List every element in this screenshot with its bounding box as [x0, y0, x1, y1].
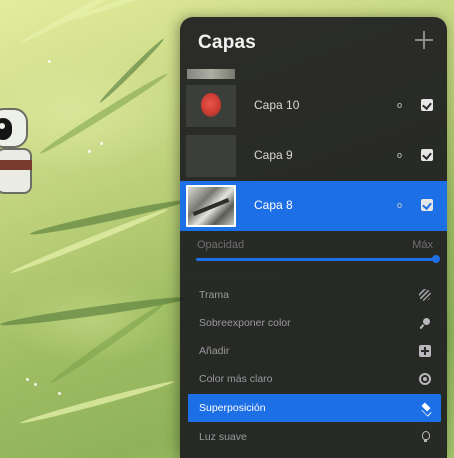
- sun-icon: [419, 373, 431, 385]
- layer-thumbnail: [186, 85, 236, 127]
- pin-icon: [419, 317, 431, 329]
- blend-mode-label: Color más claro: [199, 373, 273, 385]
- opacity-slider-fill: [196, 258, 436, 261]
- visibility-checkbox[interactable]: [421, 199, 433, 211]
- layer-row-capa-9[interactable]: Capa 9 o: [180, 131, 447, 181]
- grass-stroke: [38, 71, 170, 157]
- bulb-icon: [419, 431, 431, 443]
- flower-dot: [34, 383, 37, 386]
- layer-name: Capa 10: [254, 98, 300, 112]
- blend-mode-item-color-mas-claro[interactable]: Color más claro: [180, 365, 447, 393]
- layer-row-capa-8[interactable]: Capa 8 o: [180, 181, 447, 231]
- blend-mode-button[interactable]: o: [397, 201, 405, 210]
- blend-mode-label: Trama: [199, 289, 229, 301]
- add-layer-button[interactable]: [413, 29, 435, 51]
- layer-row-capa-10[interactable]: Capa 10 o: [180, 81, 447, 131]
- blend-mode-label: Sobreexponer color: [199, 317, 291, 329]
- plus-square-icon: [419, 345, 431, 357]
- opacity-max-label: Máx: [412, 239, 433, 251]
- blend-mode-item-trama[interactable]: Trama: [180, 281, 447, 309]
- flower-dot: [26, 378, 29, 381]
- opacity-slider[interactable]: [196, 255, 440, 263]
- layer-name: Capa 9: [254, 148, 293, 162]
- layers-panel: Capas Capa 10 o Capa 9 o Capa 8 o Opacid…: [180, 17, 447, 458]
- flower-dot: [100, 142, 103, 145]
- blend-mode-item-sobreexponer-color[interactable]: Sobreexponer color: [180, 309, 447, 337]
- grass-stroke: [0, 293, 189, 329]
- visibility-checkbox[interactable]: [421, 99, 433, 111]
- layers-icon: [421, 402, 433, 414]
- blend-mode-item-luz-suave[interactable]: Luz suave: [180, 423, 447, 451]
- opacity-slider-knob[interactable]: [432, 255, 440, 263]
- layers-panel-header: Capas: [180, 17, 447, 69]
- visibility-checkbox[interactable]: [421, 149, 433, 161]
- layer-thumbnail: [186, 185, 236, 227]
- opacity-label: Opacidad: [197, 239, 245, 251]
- blend-mode-item-anadir[interactable]: Añadir: [180, 337, 447, 365]
- blend-mode-label: Luz suave: [199, 431, 247, 443]
- flower-dot: [58, 392, 61, 395]
- flower-dot: [88, 150, 91, 153]
- layer-thumbnail: [186, 135, 236, 177]
- panel-title: Capas: [198, 32, 257, 53]
- grass-stroke: [18, 0, 146, 46]
- blend-mode-button[interactable]: o: [397, 151, 405, 160]
- blend-mode-label: Superposición: [199, 402, 266, 414]
- layer-name: Capa 8: [254, 198, 293, 212]
- blend-mode-label: Añadir: [199, 345, 230, 357]
- blend-mode-button[interactable]: o: [397, 101, 405, 110]
- layer-thumbnail-partial[interactable]: [187, 69, 235, 79]
- hatch-icon: [419, 289, 431, 301]
- grass-stroke: [19, 378, 176, 426]
- divider: [180, 277, 447, 278]
- robot-character: [0, 108, 34, 200]
- flower-dot: [48, 60, 51, 63]
- blend-mode-item-superposicion[interactable]: Superposición: [188, 394, 441, 422]
